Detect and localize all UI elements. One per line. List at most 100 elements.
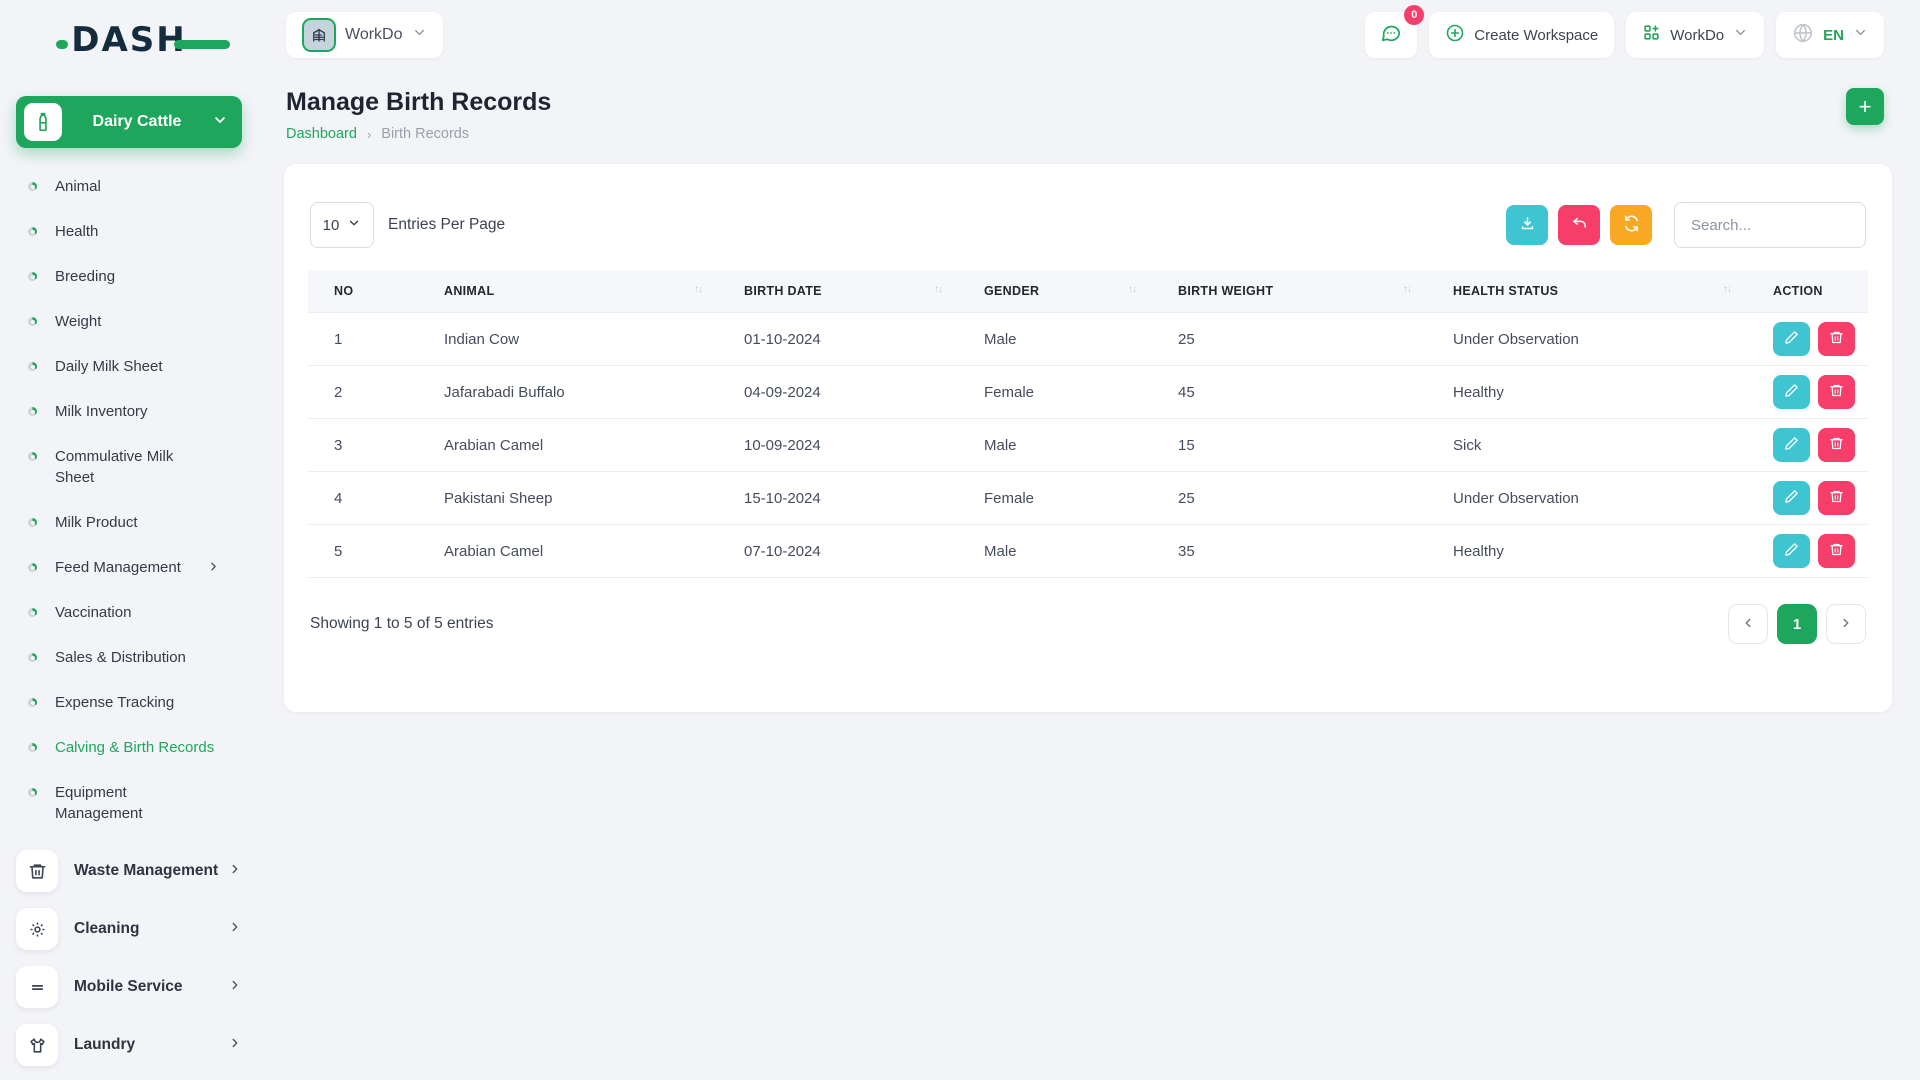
edit-button[interactable] — [1773, 375, 1810, 409]
messages-button[interactable]: 0 — [1365, 5, 1425, 58]
pencil-icon — [1784, 542, 1799, 560]
refresh-button[interactable] — [1610, 205, 1652, 245]
entries-per-page-value: 10 — [322, 216, 340, 234]
sidebar-item-milk-product[interactable]: Milk Product — [22, 500, 242, 545]
column-header-birth-date[interactable]: BIRTH DATE ↑↓ — [718, 270, 958, 313]
sidebar-item-vaccination[interactable]: Vaccination — [22, 590, 242, 635]
grid-plus-icon — [1642, 23, 1661, 47]
module-selector-label: Dairy Cattle — [92, 113, 182, 130]
sidebar-item-calving-birth-records[interactable]: Calving & Birth Records — [22, 725, 242, 770]
sidebar-item-label: Vaccination — [55, 604, 132, 621]
sidebar-item-weight[interactable]: Weight — [22, 299, 242, 344]
milk-bottle-icon — [24, 103, 62, 141]
sidebar-item-equipment-management[interactable]: Equipment Management — [22, 770, 242, 836]
sort-icon[interactable]: ↑↓ — [1403, 284, 1412, 295]
module-selector-dairy-cattle[interactable]: Dairy Cattle — [16, 96, 242, 148]
sidebar-item-laundry[interactable]: Laundry — [0, 1016, 258, 1074]
brand-logo[interactable]: DASH — [0, 14, 258, 66]
page-1-button[interactable]: 1 — [1777, 604, 1817, 644]
breadcrumb-dashboard-link[interactable]: Dashboard — [286, 126, 357, 142]
entries-per-page-select[interactable]: 10 — [310, 202, 374, 248]
edit-button[interactable] — [1773, 481, 1810, 515]
table-toolbar-actions — [1506, 202, 1866, 248]
chevron-left-icon — [1741, 616, 1755, 633]
sidebar-item-label: Milk Product — [55, 514, 138, 531]
row-actions — [1773, 428, 1858, 462]
sort-icon[interactable]: ↑↓ — [1723, 284, 1732, 295]
sun-icon — [16, 908, 58, 950]
chevron-down-icon — [1733, 25, 1748, 45]
add-record-button[interactable]: + — [1846, 88, 1884, 125]
birth-records-table: NO ANIMAL ↑↓ BIRTH DATE ↑↓ GENDER ↑↓ BIRTH … — [308, 270, 1868, 578]
sidebar-item-milk-inventory[interactable]: Milk Inventory — [22, 389, 242, 434]
sidebar-item-cleaning[interactable]: Cleaning — [0, 900, 258, 958]
delete-button[interactable] — [1818, 481, 1855, 515]
cell-gender: Female — [958, 365, 1152, 419]
breadcrumb-current: Birth Records — [381, 126, 470, 142]
cell-birth-weight: 25 — [1152, 471, 1427, 525]
sidebar-item-label: Expense Tracking — [55, 694, 175, 711]
page-header: Manage Birth Records Dashboard › Birth R… — [258, 70, 1920, 142]
edit-button[interactable] — [1773, 322, 1810, 356]
search-input[interactable] — [1674, 202, 1866, 248]
cell-birth-weight: 15 — [1152, 418, 1427, 472]
sidebar-item-daily-milk-sheet[interactable]: Daily Milk Sheet — [22, 344, 242, 389]
workspace-selector[interactable]: WorkDo — [286, 12, 443, 58]
sidebar-item-animal[interactable]: Animal — [22, 164, 242, 209]
sidebar-item-waste-management[interactable]: Waste Management — [0, 842, 258, 900]
bullet-icon — [28, 743, 37, 752]
delete-button[interactable] — [1818, 322, 1855, 356]
cell-no: 3 — [308, 418, 418, 472]
column-header-health-status[interactable]: HEALTH STATUS ↑↓ — [1427, 270, 1747, 313]
edit-button[interactable] — [1773, 428, 1810, 462]
sidebar-item-expense-tracking[interactable]: Expense Tracking — [22, 680, 242, 725]
sidebar-item-health[interactable]: Health — [22, 209, 242, 254]
sidebar-item-breeding[interactable]: Breeding — [22, 254, 242, 299]
workdo-menu-button[interactable]: WorkDo — [1626, 12, 1765, 58]
cell-gender: Male — [958, 524, 1152, 578]
sidebar-item-label: Mobile Service — [74, 978, 183, 995]
row-actions — [1773, 322, 1858, 356]
column-header-animal[interactable]: ANIMAL ↑↓ — [418, 270, 718, 313]
create-workspace-button[interactable]: Create Workspace — [1429, 12, 1615, 58]
delete-button[interactable] — [1818, 375, 1855, 409]
sort-icon[interactable]: ↑↓ — [1128, 284, 1137, 295]
delete-button[interactable] — [1818, 428, 1855, 462]
export-button[interactable] — [1506, 205, 1548, 245]
sort-icon[interactable]: ↑↓ — [694, 284, 703, 295]
chevron-right-icon — [228, 920, 242, 939]
refresh-icon — [1623, 215, 1640, 235]
column-header-birth-weight[interactable]: BIRTH WEIGHT ↑↓ — [1152, 270, 1427, 313]
next-page-button[interactable] — [1826, 604, 1866, 644]
back-button[interactable] — [1558, 205, 1600, 245]
sidebar-item-label: Breeding — [55, 268, 116, 285]
pencil-icon — [1784, 436, 1799, 454]
table-row: 3 Arabian Camel 10-09-2024 Male 15 Sick — [308, 418, 1868, 472]
cell-health-status: Healthy — [1427, 524, 1747, 578]
sidebar-item-feed-management[interactable]: Feed Management — [22, 545, 242, 590]
sidebar-item-label: Milk Inventory — [55, 403, 148, 420]
cell-health-status: Healthy — [1427, 365, 1747, 419]
sort-icon[interactable]: ↑↓ — [934, 284, 943, 295]
topbar: WorkDo 0 Create Workspace WorkDo EN — [258, 0, 1920, 70]
cell-birth-date: 10-09-2024 — [718, 418, 958, 472]
edit-button[interactable] — [1773, 534, 1810, 568]
sidebar-item-commulative-milk-sheet[interactable]: Commulative Milk Sheet — [22, 434, 242, 500]
chevron-right-icon — [1839, 616, 1853, 633]
previous-page-button[interactable] — [1728, 604, 1768, 644]
sidebar-item-label: Waste Management — [74, 862, 219, 879]
delete-button[interactable] — [1818, 534, 1855, 568]
sidebar-item-mobile-service[interactable]: Mobile Service — [0, 958, 258, 1016]
pencil-icon — [1784, 383, 1799, 401]
download-icon — [1519, 215, 1536, 235]
column-header-gender[interactable]: GENDER ↑↓ — [958, 270, 1152, 313]
table-row: 1 Indian Cow 01-10-2024 Male 25 Under Ob… — [308, 312, 1868, 366]
cell-birth-date: 01-10-2024 — [718, 312, 958, 366]
create-workspace-label: Create Workspace — [1474, 26, 1599, 44]
logo-bar-accent — [174, 40, 230, 49]
language-code: EN — [1823, 26, 1844, 44]
language-selector[interactable]: EN — [1776, 12, 1884, 58]
sidebar: DASH Dairy Cattle Animal Health Breeding… — [0, 0, 258, 1080]
bullet-icon — [28, 407, 37, 416]
sidebar-item-sales-distribution[interactable]: Sales & Distribution — [22, 635, 242, 680]
